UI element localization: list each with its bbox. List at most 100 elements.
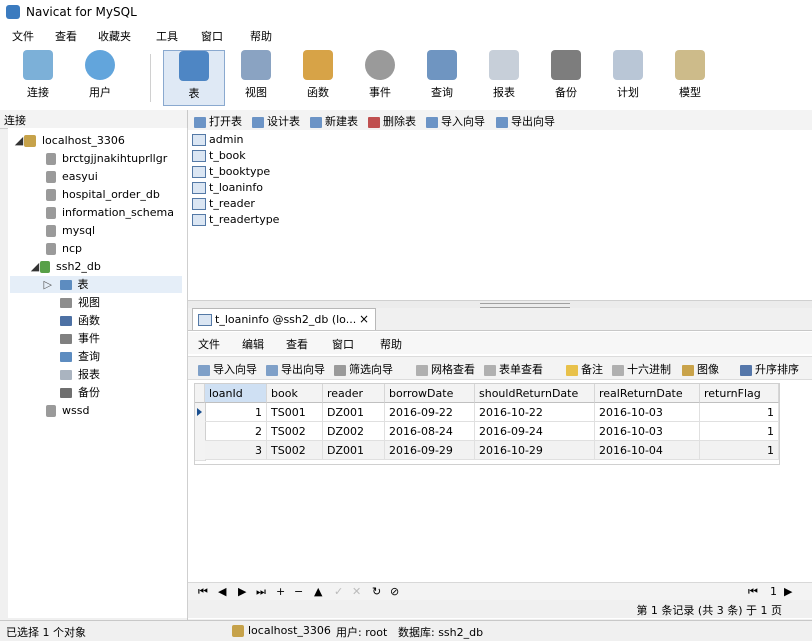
new-table-button[interactable]: 新建表 [310,113,358,129]
toolbar-view-button[interactable]: 视图 [228,50,284,104]
tree-db-item[interactable]: mysql [46,222,95,239]
table-item-t-booktype[interactable]: t_booktype [192,164,270,180]
viewer-menu-help[interactable]: 帮助 [380,336,402,352]
grid-cell[interactable]: 2016-10-03 [595,422,700,441]
grid-cell[interactable]: 1 [700,422,779,441]
grid-cell[interactable]: DZ002 [323,422,385,441]
import-wizard-button[interactable]: 导入向导 [426,113,485,129]
close-tab-icon[interactable]: × [359,312,369,326]
tree-reports-node[interactable]: 报表 [60,366,100,383]
filter-wizard-button[interactable]: 筛选向导 [334,361,393,377]
column-header[interactable]: realReturnDate [595,384,700,403]
toolbar-table-button[interactable]: 表 [163,50,225,106]
grid-cell[interactable]: DZ001 [323,403,385,422]
table-item-t-reader[interactable]: t_reader [192,196,255,212]
toolbar-function-button[interactable]: 函数 [290,50,346,104]
grid-cell[interactable]: 2016-10-04 [595,441,700,460]
tree-backups-node[interactable]: 备份 [60,384,100,401]
table-item-t-loaninfo[interactable]: t_loaninfo [192,180,263,196]
grid-cell[interactable]: TS002 [267,422,323,441]
grid-cell[interactable]: 2016-10-22 [475,403,595,422]
column-header[interactable]: reader [323,384,385,403]
tree-db-item[interactable]: easyui [46,168,98,185]
grid-cell[interactable]: 2016-08-24 [385,422,475,441]
tree-functions-node[interactable]: 函数 [60,312,100,329]
menu-window[interactable]: 窗口 [201,28,223,44]
design-table-button[interactable]: 设计表 [252,113,300,129]
column-header[interactable]: book [267,384,323,403]
viewer-import-button[interactable]: 导入向导 [198,361,257,377]
viewer-menu-window[interactable]: 窗口 [332,336,354,352]
menu-view[interactable]: 查看 [55,28,77,44]
grid-cell[interactable]: 1 [700,403,779,422]
table-list[interactable]: admin t_book t_booktype t_loaninfo t_rea… [188,130,812,300]
stop-icon[interactable]: ⊘ [390,585,399,598]
collapse-arrow-icon[interactable]: ◢ [14,132,24,149]
grid-cell[interactable]: TS001 [267,403,323,422]
viewer-menu-edit[interactable]: 编辑 [242,336,264,352]
sort-ascending-button[interactable]: 升序排序 [740,361,799,377]
add-record-icon[interactable]: + [276,585,285,598]
grid-cell[interactable]: 2016-10-29 [475,441,595,460]
grid-cell[interactable]: 2 [205,422,267,441]
grid-cell[interactable]: TS002 [267,441,323,460]
tree-db-item[interactable]: ncp [46,240,82,257]
toolbar-connect-button[interactable]: 连接 [10,50,66,104]
apply-changes-icon[interactable]: ✓ [334,585,343,598]
tree-host-localhost[interactable]: ◢ localhost_3306 [14,132,125,149]
column-header[interactable]: shouldReturnDate [475,384,595,403]
page-first-icon[interactable]: ⏮ [748,585,758,599]
tree-db-item[interactable]: hospital_order_db [46,186,160,203]
form-view-button[interactable]: 表单查看 [484,361,543,377]
discard-changes-icon[interactable]: ✕ [352,585,361,598]
grid-cell[interactable]: 2016-09-24 [475,422,595,441]
grid-cell[interactable]: DZ001 [323,441,385,460]
page-next-icon[interactable]: ▶ [784,585,792,598]
hex-button[interactable]: 十六进制 [612,361,671,377]
tree-db-item[interactable]: brctgjjnakihtuprllgr [46,150,167,167]
tree-events-node[interactable]: 事件 [60,330,100,347]
toolbar-event-button[interactable]: 事件 [352,50,408,104]
column-header[interactable]: loanId [205,384,267,403]
edit-record-icon[interactable]: ▲ [314,585,322,598]
connection-tree[interactable]: ◢ localhost_3306 brctgjjnakihtuprllgr eas… [8,128,188,618]
next-record-icon[interactable]: ▶ [238,585,246,598]
grid-cell[interactable]: 2016-10-03 [595,403,700,422]
toolbar-model-button[interactable]: 模型 [662,50,718,104]
menu-favorites[interactable]: 收藏夹 [98,28,131,44]
tab-t-loaninfo[interactable]: t_loaninfo @ssh2_db (lo... × [192,308,376,331]
viewer-export-button[interactable]: 导出向导 [266,361,325,377]
open-table-button[interactable]: 打开表 [194,113,242,129]
grid-cell[interactable]: 3 [205,441,267,460]
grid-cell[interactable]: 2016-09-29 [385,441,475,460]
table-item-t-readertype[interactable]: t_readertype [192,212,279,228]
export-wizard-button[interactable]: 导出向导 [496,113,555,129]
toolbar-backup-button[interactable]: 备份 [538,50,594,104]
data-grid[interactable]: loanId book reader borrowDate shouldRetu… [194,383,780,465]
previous-record-icon[interactable]: ◀ [218,585,226,598]
first-record-icon[interactable]: ⏮ [198,585,208,599]
image-button[interactable]: 图像 [682,361,719,377]
table-item-t-book[interactable]: t_book [192,148,246,164]
expand-arrow-icon[interactable]: ▷ [10,276,52,293]
toolbar-query-button[interactable]: 查询 [414,50,470,104]
grid-cell[interactable]: 1 [700,441,779,460]
menu-help[interactable]: 帮助 [250,28,272,44]
toolbar-user-button[interactable]: 用户 [72,50,128,104]
collapse-arrow-icon[interactable]: ◢ [30,258,40,275]
tree-views-node[interactable]: 视图 [60,294,100,311]
column-header[interactable]: returnFlag [700,384,779,403]
memo-button[interactable]: 备注 [566,361,603,377]
delete-table-button[interactable]: 删除表 [368,113,416,129]
toolbar-report-button[interactable]: 报表 [476,50,532,104]
tree-db-ssh2-db[interactable]: ◢ ssh2_db [30,258,101,275]
viewer-menu-view[interactable]: 查看 [286,336,308,352]
column-header[interactable]: borrowDate [385,384,475,403]
tree-tables-node[interactable]: ▷ 表 [10,276,182,293]
tree-db-item[interactable]: wssd [46,402,89,419]
menu-tools[interactable]: 工具 [156,28,178,44]
viewer-menu-file[interactable]: 文件 [198,336,220,352]
grid-view-button[interactable]: 网格查看 [416,361,475,377]
grid-cell[interactable]: 1 [205,403,267,422]
menu-file[interactable]: 文件 [12,28,34,44]
